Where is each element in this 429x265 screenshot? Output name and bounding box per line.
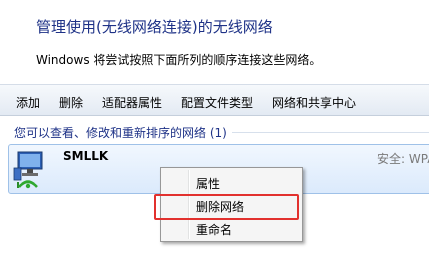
- menu-item-rename[interactable]: 重命名: [164, 218, 299, 238]
- toolbar-add-button[interactable]: 添加: [16, 94, 40, 111]
- group-header: 您可以查看、修改和重新排序的网络 (1): [14, 126, 227, 140]
- page-title: 管理使用(无线网络连接)的无线网络: [36, 18, 273, 36]
- page-description: Windows 将尝试按照下面所列的顺序连接这些网络。: [36, 53, 322, 67]
- network-security: 安全: WPA: [377, 152, 429, 166]
- group-divider: [232, 132, 429, 133]
- toolbar-delete-button[interactable]: 删除: [59, 94, 83, 111]
- toolbar: 添加 删除 适配器属性 配置文件类型 网络和共享中心: [0, 84, 429, 116]
- menu-item-label: 属性: [196, 177, 221, 191]
- menu-item-label: 重命名: [196, 223, 233, 237]
- highlight-annotation: [154, 194, 299, 220]
- toolbar-profile-type-button[interactable]: 配置文件类型: [181, 94, 253, 111]
- wireless-network-icon: [13, 151, 43, 189]
- menu-item-properties[interactable]: 属性: [164, 172, 299, 192]
- network-name: SMLLK: [63, 149, 109, 163]
- toolbar-network-sharing-center-button[interactable]: 网络和共享中心: [272, 94, 356, 111]
- toolbar-adapter-properties-button[interactable]: 适配器属性: [102, 94, 162, 111]
